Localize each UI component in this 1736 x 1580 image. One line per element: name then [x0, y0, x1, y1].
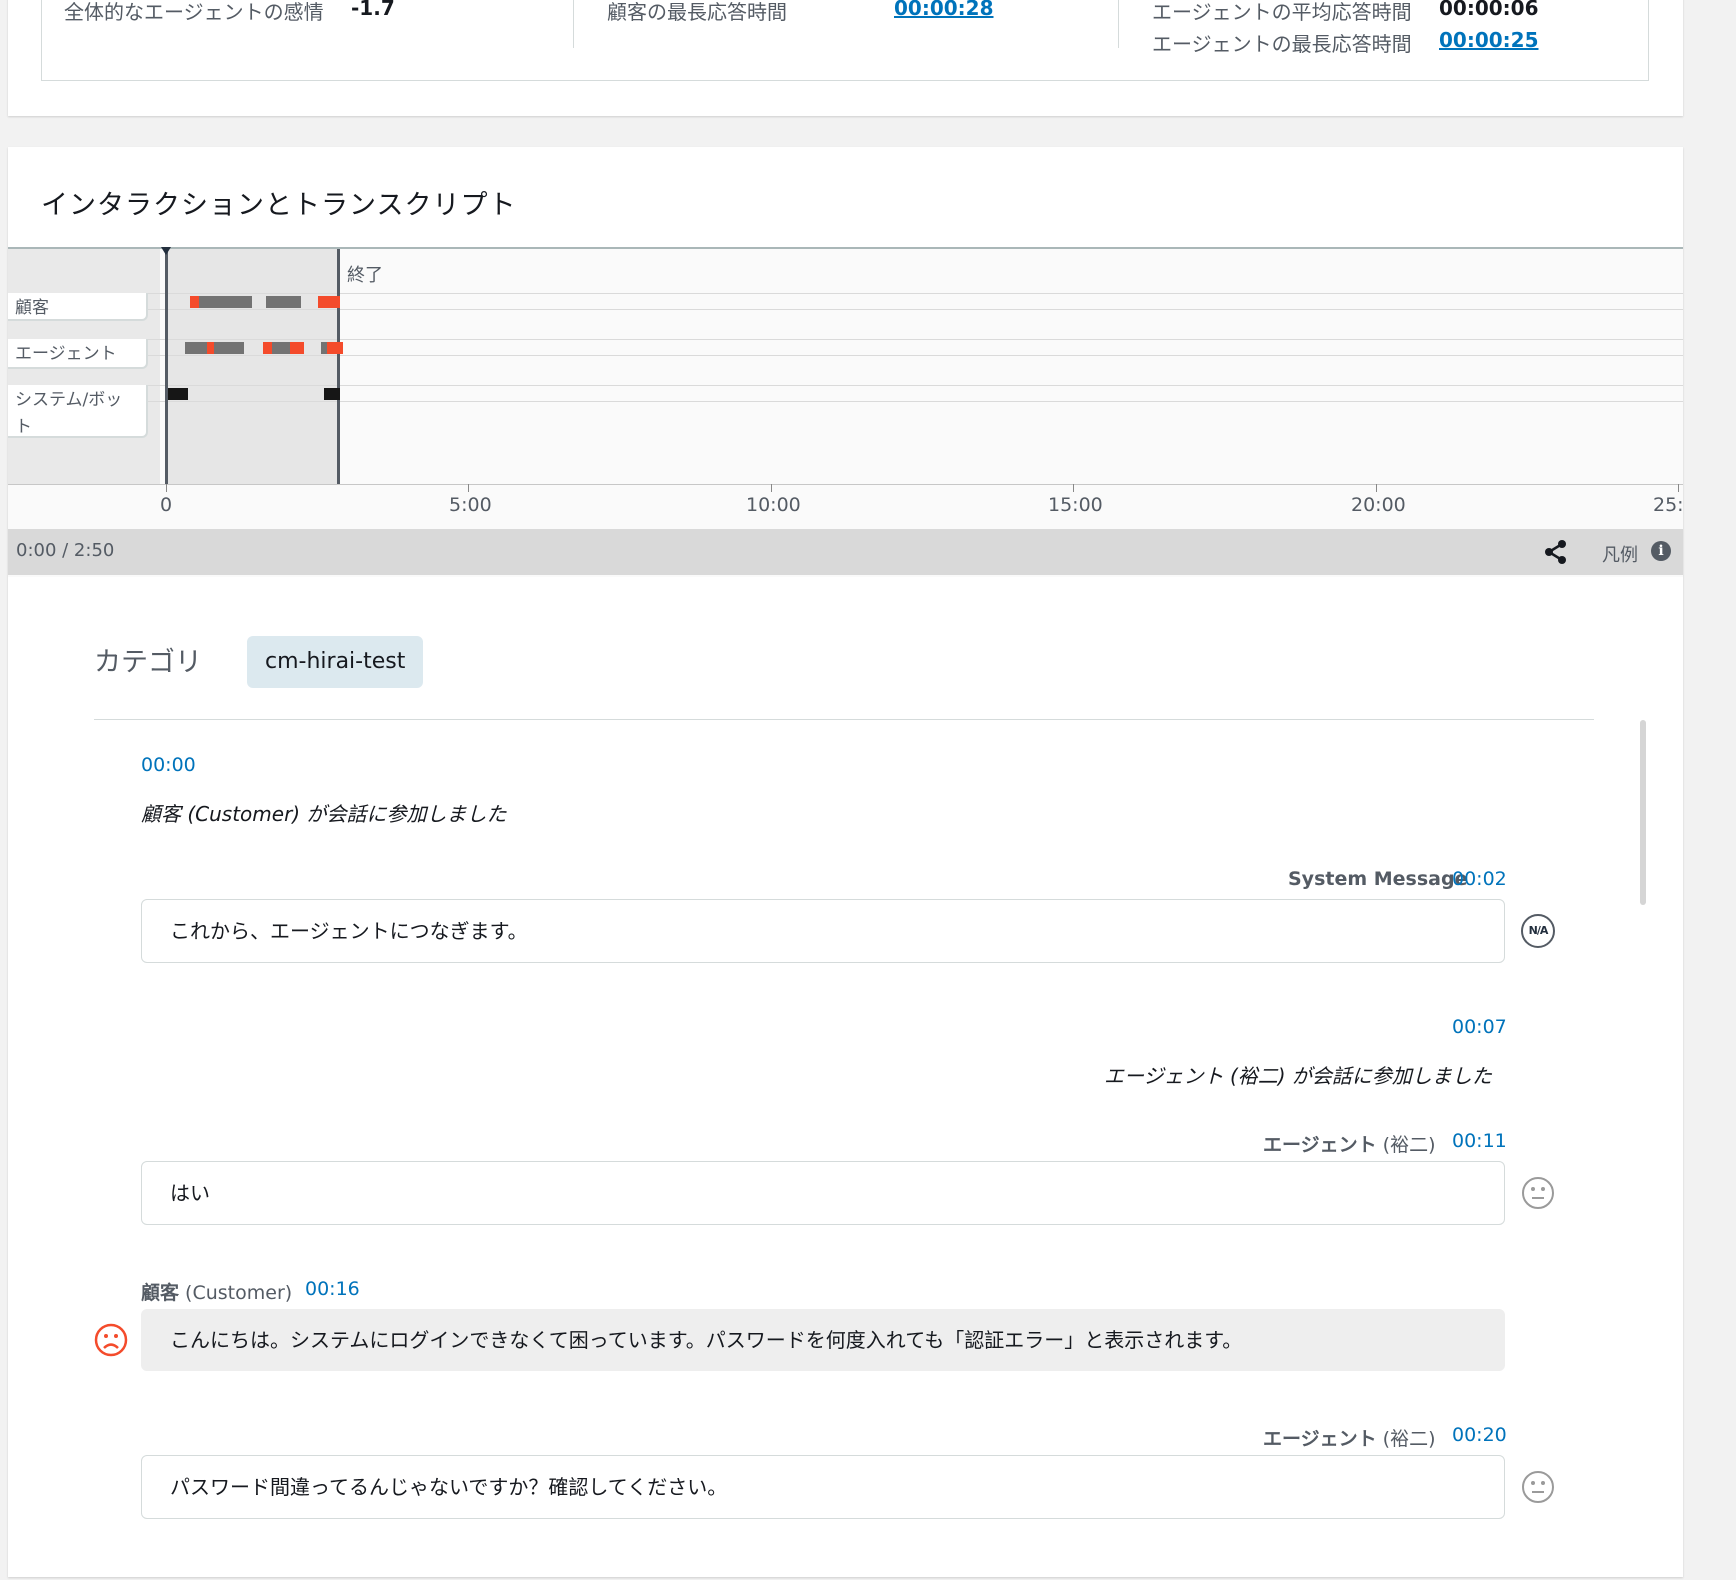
neutral-face-icon	[1522, 1471, 1554, 1503]
axis-tick	[1073, 484, 1074, 492]
track-line	[8, 339, 1683, 340]
transcript-panel[interactable]: 00:00 顧客 (Customer) が会話に参加しました System Me…	[8, 720, 1683, 1580]
customer-max-response-link[interactable]: 00:00:28	[894, 0, 994, 20]
overall-agent-sentiment-value: -1.7	[351, 0, 395, 20]
axis-tick	[1678, 484, 1679, 492]
system-segment[interactable]	[324, 388, 340, 400]
interaction-transcript-card: インタラクションとトランスクリプト 顧客 エージェント システム/ボット 終了	[8, 147, 1684, 1580]
speaker-sub: (裕二)	[1376, 1428, 1436, 1450]
speaker-name: エージェント (裕二)	[1263, 1424, 1436, 1451]
axis-tick-label: 15:00	[1048, 494, 1103, 516]
track-label-system-bot: システム/ボット	[8, 385, 148, 438]
customer-speech-segment[interactable]	[266, 296, 301, 308]
join-event: エージェント (裕二) が会話に参加しました	[1104, 1064, 1492, 1088]
track-line	[8, 355, 1683, 356]
message-bubble: パスワード間違ってるんじゃないですか？確認してください。	[141, 1455, 1505, 1519]
agent-max-response-link[interactable]: 00:00:25	[1439, 28, 1539, 52]
timeline-played-region	[165, 249, 340, 484]
speaker-name: 顧客 (Customer)	[141, 1278, 292, 1305]
agent-avg-response-label: エージェントの平均応答時間	[1152, 0, 1412, 24]
track-line	[8, 309, 1683, 310]
agent-negative-segment[interactable]	[290, 342, 304, 354]
transcript-scrollbar[interactable]	[1640, 720, 1646, 905]
axis-tick-label: 25:	[1653, 494, 1684, 516]
message-timestamp[interactable]: 00:20	[1452, 1424, 1507, 1446]
speaker-name: エージェント (裕二)	[1263, 1130, 1436, 1157]
agent-negative-segment[interactable]	[207, 342, 214, 354]
info-icon[interactable]: i	[1651, 541, 1671, 561]
axis-tick	[468, 484, 469, 492]
agent-avg-response-value: 00:00:06	[1439, 0, 1539, 20]
playback-time: 0:00 / 2:50	[16, 540, 115, 561]
metrics-column-2: 顧客の最長応答時間 00:00:28	[573, 0, 1118, 48]
system-segment[interactable]	[168, 388, 188, 400]
playhead-marker-icon[interactable]	[161, 247, 171, 255]
section-title: インタラクションとトランスクリプト	[41, 190, 517, 221]
message-text: これから、エージェントにつなぎます。	[170, 919, 528, 943]
track-line	[8, 293, 1683, 294]
axis-tick-label: 10:00	[746, 494, 801, 516]
agent-negative-segment[interactable]	[327, 342, 343, 354]
share-icon[interactable]	[1541, 537, 1571, 567]
overall-agent-sentiment-label: 全体的なエージェントの感情	[64, 0, 324, 24]
sentiment-na-icon: N/A	[1521, 914, 1555, 948]
customer-negative-segment[interactable]	[318, 296, 340, 308]
time-axis	[8, 484, 1683, 485]
end-label: 終了	[347, 265, 383, 286]
track-line	[8, 385, 1683, 386]
track-label-customer: 顧客	[8, 293, 148, 321]
legend-label[interactable]: 凡例	[1602, 541, 1638, 567]
negative-face-icon	[94, 1323, 128, 1357]
customer-speech-segment[interactable]	[199, 296, 252, 308]
message-bubble: これから、エージェントにつなぎます。	[141, 899, 1505, 963]
axis-tick-label: 0	[160, 494, 173, 516]
axis-tick	[166, 484, 167, 492]
agent-speech-segment[interactable]	[272, 342, 290, 354]
join-event: 顧客 (Customer) が会話に参加しました	[141, 802, 507, 826]
message-timestamp[interactable]: 00:00	[141, 754, 196, 776]
metrics-column-1: 全体的なエージェントの感情 -1.7	[42, 0, 573, 48]
metrics-panel: 全体的なエージェントの感情 -1.7 顧客の最長応答時間 00:00:28 エー…	[41, 0, 1649, 81]
message-text: パスワード間違ってるんじゃないですか？確認してください。	[170, 1475, 728, 1499]
speaker-name: System Message	[1288, 868, 1468, 890]
axis-tick	[771, 484, 772, 492]
axis-tick-label: 5:00	[449, 494, 492, 516]
track-label-agent: エージェント	[8, 339, 148, 369]
category-label: カテゴリ	[94, 647, 202, 678]
customer-max-response-label: 顧客の最長応答時間	[607, 0, 787, 24]
speaker-main: 顧客	[141, 1282, 180, 1304]
customer-negative-segment[interactable]	[190, 296, 199, 308]
category-chip: cm-hirai-test	[247, 636, 424, 688]
axis-tick	[1376, 484, 1377, 492]
agent-max-response-label: エージェントの最長応答時間	[1152, 32, 1412, 56]
message-text: こんにちは。システムにログインできなくて困っています。パスワードを何度入れても「…	[170, 1328, 1243, 1352]
interaction-timeline[interactable]: 顧客 エージェント システム/ボット 終了 0 5:00 10:00 15:00…	[8, 247, 1684, 577]
track-line	[8, 401, 1683, 402]
agent-speech-segment[interactable]	[185, 342, 207, 354]
message-bubble: こんにちは。システムにログインできなくて困っています。パスワードを何度入れても「…	[141, 1309, 1505, 1371]
speaker-main: エージェント	[1263, 1134, 1377, 1156]
playback-bar: 0:00 / 2:50 凡例 i	[8, 529, 1683, 575]
axis-tick-label: 20:00	[1351, 494, 1406, 516]
agent-negative-segment[interactable]	[263, 342, 272, 354]
metrics-column-3: エージェントの平均応答時間 00:00:06 エージェントの最長応答時間 00:…	[1118, 0, 1650, 56]
playhead-start[interactable]	[165, 249, 168, 484]
end-marker	[337, 249, 340, 484]
message-text: はい	[170, 1181, 210, 1205]
speaker-main: エージェント	[1263, 1428, 1377, 1450]
message-timestamp[interactable]: 00:16	[305, 1278, 360, 1300]
message-timestamp[interactable]: 00:02	[1452, 868, 1507, 890]
speaker-sub: (Customer)	[179, 1282, 293, 1304]
message-timestamp[interactable]: 00:07	[1452, 1016, 1507, 1038]
speaker-sub: (裕二)	[1376, 1134, 1436, 1156]
agent-speech-segment[interactable]	[214, 342, 244, 354]
neutral-face-icon	[1522, 1177, 1554, 1209]
message-bubble: はい	[141, 1161, 1505, 1225]
message-timestamp[interactable]: 00:11	[1452, 1130, 1507, 1152]
metrics-card: 全体的なエージェントの感情 -1.7 顧客の最長応答時間 00:00:28 エー…	[8, 0, 1683, 116]
